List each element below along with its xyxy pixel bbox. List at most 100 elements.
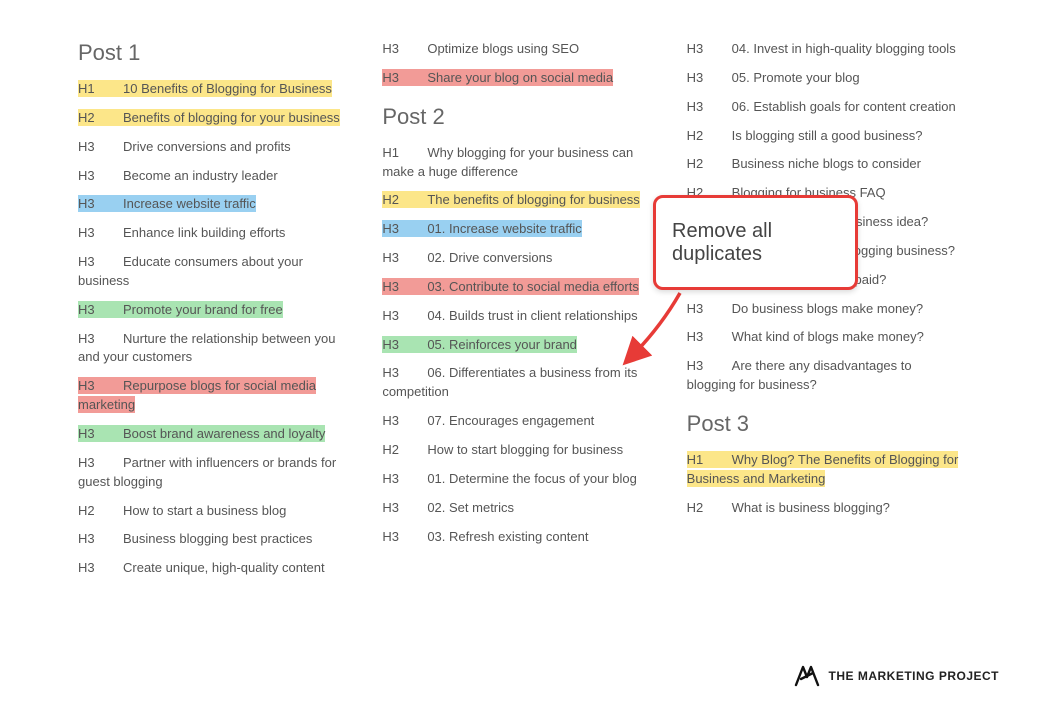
heading-text: How to start a business blog <box>123 503 286 518</box>
column: Post 1H110 Benefits of Blogging for Busi… <box>78 40 352 665</box>
outline-entry: H2The benefits of blogging for business <box>382 191 656 210</box>
heading-level-tag: H3 <box>382 249 427 268</box>
outline-entry: H2How to start blogging for business <box>382 441 656 460</box>
heading-text: Enhance link building efforts <box>123 225 285 240</box>
heading-level-tag: H2 <box>382 441 427 460</box>
outline-entry: H303. Refresh existing content <box>382 528 656 547</box>
outline-entry: H305. Reinforces your brand <box>382 336 656 355</box>
heading-level-tag: H2 <box>687 499 732 518</box>
heading-level-tag: H1 <box>78 80 123 99</box>
heading-text: 07. Encourages engagement <box>427 413 594 428</box>
outline-entry: H3Business blogging best practices <box>78 530 352 549</box>
heading-level-tag: H1 <box>382 144 427 163</box>
heading-level-tag: H3 <box>382 470 427 489</box>
heading-level-tag: H3 <box>687 357 732 376</box>
heading-text: Share your blog on social media <box>427 70 613 85</box>
heading-text: 03. Refresh existing content <box>427 529 588 544</box>
outline-entry: H2Benefits of blogging for your business <box>78 109 352 128</box>
heading-level-tag: H1 <box>687 451 732 470</box>
heading-level-tag: H3 <box>382 307 427 326</box>
heading-text: Increase website traffic <box>123 196 256 211</box>
column: H3Optimize blogs using SEOH3Share your b… <box>382 40 656 665</box>
heading-level-tag: H3 <box>78 454 123 473</box>
heading-text: 05. Reinforces your brand <box>427 337 577 352</box>
outline-entry: H2What is business blogging? <box>687 499 961 518</box>
heading-level-tag: H3 <box>78 377 123 396</box>
heading-level-tag: H2 <box>382 191 427 210</box>
footer-brand: THE MARKETING PROJECT <box>794 665 999 687</box>
outline-entry: H2Is blogging still a good business? <box>687 127 961 146</box>
heading-text: Drive conversions and profits <box>123 139 291 154</box>
heading-level-tag: H3 <box>78 195 123 214</box>
heading-level-tag: H3 <box>687 69 732 88</box>
callout-text: Remove all duplicates <box>672 220 839 266</box>
outline-entry: H3Repurpose blogs for social media marke… <box>78 377 352 415</box>
outline-entry: H3Partner with influencers or brands for… <box>78 454 352 492</box>
heading-text: Do business blogs make money? <box>732 301 924 316</box>
heading-level-tag: H3 <box>382 528 427 547</box>
heading-text: The benefits of blogging for business <box>427 192 639 207</box>
heading-text: 02. Set metrics <box>427 500 514 515</box>
heading-level-tag: H2 <box>687 155 732 174</box>
outline-entry: H3Enhance link building efforts <box>78 224 352 243</box>
outline-entry: H304. Builds trust in client relationshi… <box>382 307 656 326</box>
callout-box: Remove all duplicates <box>653 195 858 290</box>
outline-entry: H3Share your blog on social media <box>382 69 656 88</box>
heading-text: Is blogging still a good business? <box>732 128 923 143</box>
outline-entry: H110 Benefits of Blogging for Business <box>78 80 352 99</box>
heading-text: 10 Benefits of Blogging for Business <box>123 81 332 96</box>
outline-entry: H3Increase website traffic <box>78 195 352 214</box>
heading-text: What kind of blogs make money? <box>732 329 924 344</box>
heading-text: Promote your brand for free <box>123 302 283 317</box>
outline-columns: Post 1H110 Benefits of Blogging for Busi… <box>78 40 961 665</box>
outline-entry: H3Do business blogs make money? <box>687 300 961 319</box>
outline-entry: H303. Contribute to social media efforts <box>382 278 656 297</box>
heading-text: What is business blogging? <box>732 500 890 515</box>
outline-entry: H3Nurture the relationship between you a… <box>78 330 352 368</box>
heading-level-tag: H3 <box>382 69 427 88</box>
outline-entry: H3Become an industry leader <box>78 167 352 186</box>
heading-level-tag: H3 <box>78 167 123 186</box>
outline-entry: H306. Differentiates a business from its… <box>382 364 656 402</box>
heading-level-tag: H3 <box>78 253 123 272</box>
heading-level-tag: H3 <box>382 278 427 297</box>
heading-level-tag: H3 <box>687 40 732 59</box>
outline-entry: H3Create unique, high-quality content <box>78 559 352 578</box>
heading-text: 01. Increase website traffic <box>427 221 581 236</box>
outline-entry: H3Drive conversions and profits <box>78 138 352 157</box>
heading-level-tag: H2 <box>78 502 123 521</box>
heading-text: Business blogging best practices <box>123 531 312 546</box>
outline-entry: H3What kind of blogs make money? <box>687 328 961 347</box>
heading-text: Create unique, high-quality content <box>123 560 325 575</box>
outline-entry: H301. Determine the focus of your blog <box>382 470 656 489</box>
heading-level-tag: H3 <box>382 40 427 59</box>
brand-logo-icon <box>794 665 820 687</box>
heading-level-tag: H3 <box>382 499 427 518</box>
heading-text: Boost brand awareness and loyalty <box>123 426 325 441</box>
outline-entry: H2How to start a business blog <box>78 502 352 521</box>
outline-entry: H3Educate consumers about your business <box>78 253 352 291</box>
heading-level-tag: H3 <box>382 364 427 383</box>
heading-level-tag: H3 <box>78 530 123 549</box>
heading-text: How to start blogging for business <box>427 442 623 457</box>
outline-entry: H306. Establish goals for content creati… <box>687 98 961 117</box>
heading-text: Business niche blogs to consider <box>732 156 921 171</box>
heading-level-tag: H3 <box>78 559 123 578</box>
outline-entry: H3Optimize blogs using SEO <box>382 40 656 59</box>
heading-text: 02. Drive conversions <box>427 250 552 265</box>
outline-entry: H3Boost brand awareness and loyalty <box>78 425 352 444</box>
heading-level-tag: H3 <box>382 336 427 355</box>
heading-level-tag: H3 <box>78 224 123 243</box>
heading-level-tag: H3 <box>382 220 427 239</box>
heading-text: Become an industry leader <box>123 168 278 183</box>
outline-entry: H301. Increase website traffic <box>382 220 656 239</box>
heading-level-tag: H3 <box>382 412 427 431</box>
column: H304. Invest in high-quality blogging to… <box>687 40 961 665</box>
outline-entry: H305. Promote your blog <box>687 69 961 88</box>
outline-entry: H302. Set metrics <box>382 499 656 518</box>
outline-entry: H307. Encourages engagement <box>382 412 656 431</box>
heading-text: 06. Establish goals for content creation <box>732 99 956 114</box>
heading-level-tag: H2 <box>78 109 123 128</box>
post-title: Post 3 <box>687 411 961 437</box>
heading-text: 03. Contribute to social media efforts <box>427 279 639 294</box>
